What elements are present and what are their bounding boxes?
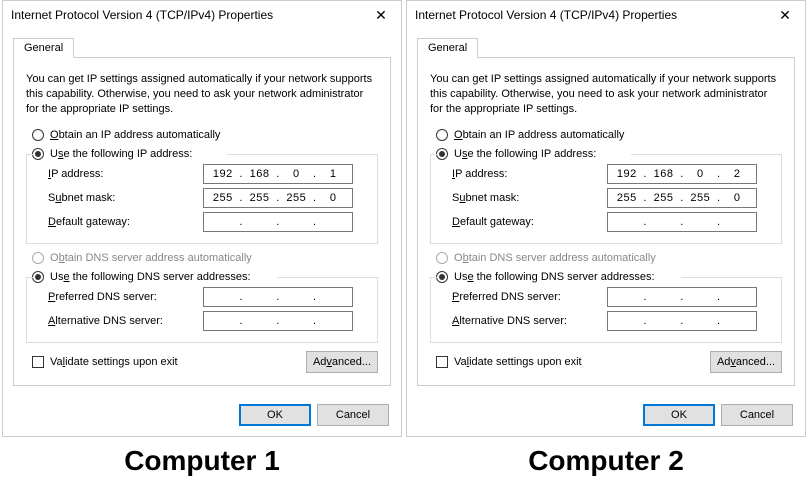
titlebar: Internet Protocol Version 4 (TCP/IPv4) P… <box>407 1 805 29</box>
label-gateway: Default gateway: <box>452 216 607 228</box>
titlebar: Internet Protocol Version 4 (TCP/IPv4) P… <box>3 1 401 29</box>
close-icon[interactable]: ✕ <box>765 1 805 29</box>
cancel-button[interactable]: Cancel <box>317 404 389 426</box>
radio-obtain-dns: Obtain DNS server address automatically <box>436 252 782 264</box>
label-gateway: Default gateway: <box>48 216 203 228</box>
label-ip: IP address: <box>48 168 203 180</box>
radio-icon <box>32 271 44 283</box>
radio-icon <box>436 148 448 160</box>
tab-general[interactable]: General <box>13 38 74 58</box>
alternate-dns-input[interactable]: . . . <box>203 311 353 331</box>
radio-obtain-ip[interactable]: Obtain an IP address automatically <box>436 129 782 141</box>
advanced-button[interactable]: Advanced... <box>710 351 782 373</box>
cancel-button[interactable]: Cancel <box>721 404 793 426</box>
gateway-input[interactable]: . . . <box>607 212 757 232</box>
label-alt-dns: Alternative DNS server: <box>452 315 607 327</box>
validate-checkbox[interactable]: Validate settings upon exit <box>32 356 178 368</box>
subnet-mask-input[interactable]: 255. 255. 255. 0 <box>607 188 757 208</box>
radio-use-ip[interactable]: Use the following IP address: <box>32 148 378 160</box>
label-pref-dns: Preferred DNS server: <box>452 291 607 303</box>
subnet-mask-input[interactable]: 255. 255. 255. 0 <box>203 188 353 208</box>
radio-icon <box>32 252 44 264</box>
ipv4-dialog-1: Internet Protocol Version 4 (TCP/IPv4) P… <box>406 0 806 437</box>
tabstrip: General <box>13 37 391 58</box>
ok-button[interactable]: OK <box>239 404 311 426</box>
caption-1: Computer 2 <box>406 445 806 477</box>
label-subnet: Subnet mask: <box>452 192 607 204</box>
ip-address-input[interactable]: 192. 168. 0. 2 <box>607 164 757 184</box>
intro-text: You can get IP settings assigned automat… <box>26 72 378 117</box>
radio-use-dns[interactable]: Use the following DNS server addresses: <box>32 271 378 283</box>
radio-icon <box>436 252 448 264</box>
gateway-input[interactable]: . . . <box>203 212 353 232</box>
ok-button[interactable]: OK <box>643 404 715 426</box>
window-title: Internet Protocol Version 4 (TCP/IPv4) P… <box>11 8 273 22</box>
caption-0: Computer 1 <box>2 445 402 477</box>
preferred-dns-input[interactable]: . . . <box>203 287 353 307</box>
general-panel: You can get IP settings assigned automat… <box>417 58 795 386</box>
window-title: Internet Protocol Version 4 (TCP/IPv4) P… <box>415 8 677 22</box>
alternate-dns-input[interactable]: . . . <box>607 311 757 331</box>
radio-use-dns[interactable]: Use the following DNS server addresses: <box>436 271 782 283</box>
tabstrip: General <box>417 37 795 58</box>
label-alt-dns: Alternative DNS server: <box>48 315 203 327</box>
radio-icon <box>436 271 448 283</box>
label-pref-dns: Preferred DNS server: <box>48 291 203 303</box>
validate-checkbox[interactable]: Validate settings upon exit <box>436 356 582 368</box>
ip-address-input[interactable]: 192. 168. 0. 1 <box>203 164 353 184</box>
tab-general[interactable]: General <box>417 38 478 58</box>
advanced-button[interactable]: Advanced... <box>306 351 378 373</box>
close-icon[interactable]: ✕ <box>361 1 401 29</box>
label-subnet: Subnet mask: <box>48 192 203 204</box>
general-panel: You can get IP settings assigned automat… <box>13 58 391 386</box>
radio-obtain-dns: Obtain DNS server address automatically <box>32 252 378 264</box>
checkbox-icon <box>32 356 44 368</box>
ipv4-dialog-0: Internet Protocol Version 4 (TCP/IPv4) P… <box>2 0 402 437</box>
radio-icon <box>436 129 448 141</box>
radio-use-ip[interactable]: Use the following IP address: <box>436 148 782 160</box>
radio-obtain-ip[interactable]: Obtain an IP address automatically <box>32 129 378 141</box>
preferred-dns-input[interactable]: . . . <box>607 287 757 307</box>
label-ip: IP address: <box>452 168 607 180</box>
radio-icon <box>32 129 44 141</box>
intro-text: You can get IP settings assigned automat… <box>430 72 782 117</box>
checkbox-icon <box>436 356 448 368</box>
radio-icon <box>32 148 44 160</box>
